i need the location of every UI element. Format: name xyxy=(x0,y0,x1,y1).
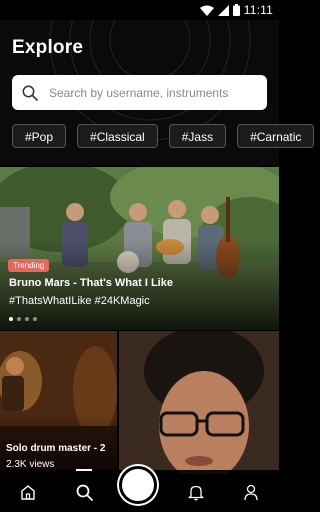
singer-video-thumbnail xyxy=(119,331,279,474)
nav-profile[interactable] xyxy=(239,482,263,502)
video-tile-singer[interactable] xyxy=(119,331,279,474)
carousel-dot[interactable] xyxy=(9,317,13,321)
page-title: Explore xyxy=(12,37,84,58)
status-bar: 11:11 xyxy=(0,0,279,20)
search-input[interactable] xyxy=(49,85,254,100)
featured-title: Bruno Mars - That's What I Like xyxy=(9,277,173,289)
genre-chip-row: #Pop #Classical #Jass #Carnatic xyxy=(12,124,315,148)
nav-notifications[interactable] xyxy=(184,482,208,502)
tile-title: Solo drum master - 2 xyxy=(6,443,106,454)
search-box[interactable] xyxy=(12,75,267,110)
battery-icon xyxy=(232,4,240,16)
trending-badge: Trending xyxy=(8,259,50,272)
carousel-dot[interactable] xyxy=(25,317,29,321)
wifi-icon xyxy=(199,5,214,16)
home-icon xyxy=(21,485,35,500)
active-tab-indicator xyxy=(76,469,92,471)
featured-tags: #ThatsWhatILike #24KMagic xyxy=(9,295,150,307)
search-icon xyxy=(22,85,38,101)
record-button[interactable] xyxy=(119,466,157,504)
tile-views: 2.3K views xyxy=(6,459,55,470)
carousel-dot[interactable] xyxy=(33,317,37,321)
nav-home[interactable] xyxy=(16,482,40,502)
search-icon xyxy=(76,484,93,501)
chip-pop[interactable]: #Pop xyxy=(12,124,67,148)
carousel-dots xyxy=(9,317,37,321)
signal-icon xyxy=(217,4,229,16)
chip-carnatic[interactable]: #Carnatic xyxy=(237,124,315,148)
chip-jass[interactable]: #Jass xyxy=(168,124,227,148)
nav-search[interactable] xyxy=(72,482,96,502)
carousel-dot[interactable] xyxy=(17,317,21,321)
featured-video-card[interactable]: Trending Bruno Mars - That's What I Like… xyxy=(0,167,279,330)
profile-icon xyxy=(244,484,258,500)
chip-classical[interactable]: #Classical xyxy=(77,124,158,148)
status-time: 11:11 xyxy=(243,3,273,17)
notifications-icon xyxy=(188,485,204,500)
